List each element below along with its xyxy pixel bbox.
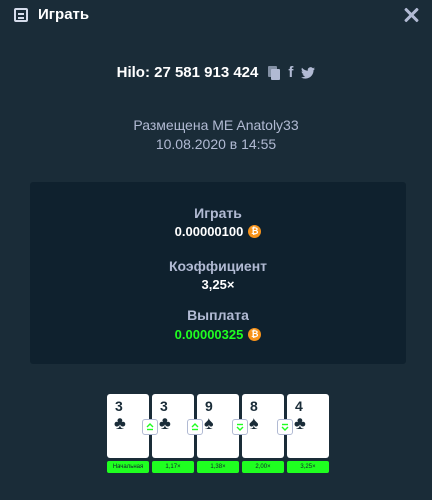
card-multiplier-tag: 1,17× [152,461,194,473]
payout-text: 0.00000325 [174,327,244,342]
card-multiplier-tag: Начальная [107,461,149,473]
higher-or-equal-icon [142,419,158,435]
multiplier-value: 3,25× [30,277,406,292]
lower-or-equal-icon [232,419,248,435]
clubs-icon: ♣ [294,413,306,433]
placed-date: 10.08.2020 в 14:55 [155,136,277,152]
modal-title: Играть [38,6,90,23]
placed-by: Размещена ME Anatoly33 [133,117,299,133]
bitcoin-icon: ₿ [248,225,262,238]
clubs-icon: ♣ [159,413,171,433]
bet-id: Hilo: 27 581 913 424 [116,64,259,81]
card-rank: 8 [250,398,258,414]
bet-amount-value: 0.00000100 ₿ [30,224,406,239]
close-icon[interactable] [402,6,420,24]
bet-amount-text: 0.00000100 [174,224,244,239]
spades-icon: ♠ [204,413,214,433]
lower-or-equal-icon [277,419,293,435]
cards-row: 3 ♣ Начальная 3 ♣ 1,17× 9 ♠ 1,38× 8 ♠ 2,… [107,394,329,474]
playing-card: 4 ♣ [287,394,329,458]
twitter-icon[interactable] [301,66,316,79]
card-column: 4 ♣ 3,25× [287,394,329,473]
bitcoin-icon: ₿ [248,328,262,341]
card-rank: 3 [160,398,168,414]
card-multiplier-tag: 3,25× [287,461,329,473]
payout-label: Выплата [187,307,249,323]
facebook-icon[interactable]: f [288,65,293,80]
clubs-icon: ♣ [114,413,126,433]
payout-value: 0.00000325 ₿ [30,327,406,342]
higher-or-equal-icon [187,419,203,435]
card-rank: 4 [295,398,303,414]
copy-icon[interactable] [268,65,281,80]
card-multiplier-tag: 2,00× [242,461,284,473]
card-rank: 9 [205,398,213,414]
spades-icon: ♠ [249,413,259,433]
bet-id-row: Hilo: 27 581 913 424 f [0,64,432,81]
card-rank: 3 [115,398,123,414]
bet-slip-icon [14,8,28,22]
modal-header: Играть [0,0,432,30]
card-multiplier-tag: 1,38× [197,461,239,473]
multiplier-label: Коэффициент [168,258,268,274]
bet-amount-label: Играть [194,205,242,221]
stats-panel: Играть 0.00000100 ₿ Коэффициент 3,25× Вы… [30,182,406,364]
multiplier-text: 3,25× [201,277,235,292]
